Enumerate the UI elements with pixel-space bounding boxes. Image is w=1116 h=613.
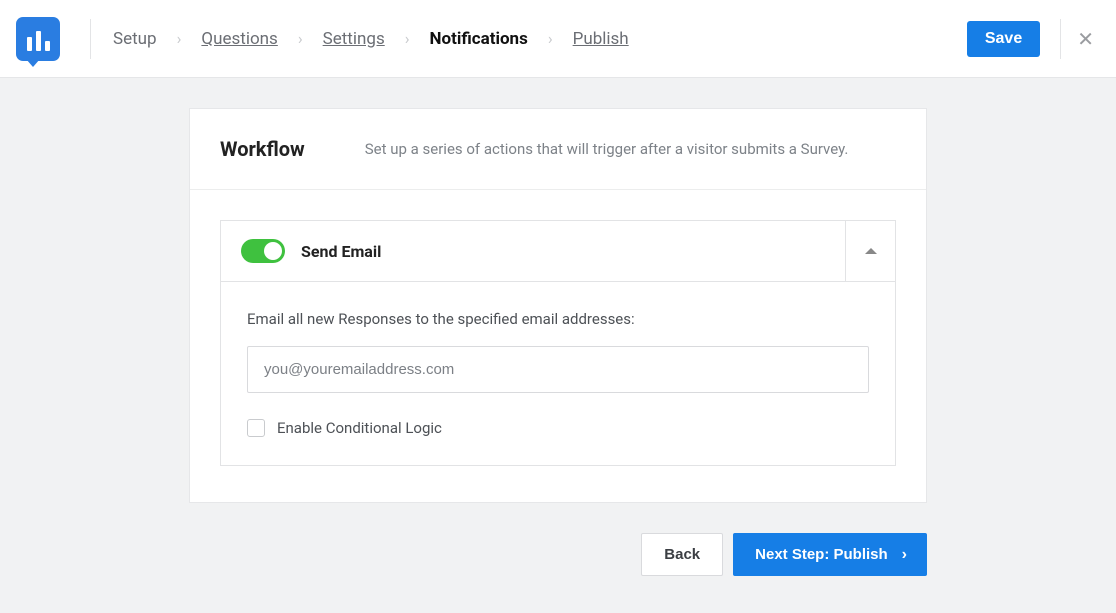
send-email-title: Send Email bbox=[301, 242, 381, 261]
wizard-footer: Back Next Step: Publish › bbox=[189, 533, 927, 576]
step-notifications[interactable]: Notifications bbox=[430, 29, 528, 49]
next-step-label: Next Step: Publish bbox=[755, 546, 888, 563]
topbar: Setup › Questions › Settings › Notificat… bbox=[0, 0, 1116, 78]
card-header: Workflow Set up a series of actions that… bbox=[190, 109, 926, 190]
caret-up-icon bbox=[865, 248, 877, 254]
card-title: Workflow bbox=[220, 137, 305, 161]
step-settings[interactable]: Settings bbox=[323, 29, 385, 49]
logo-bars-icon bbox=[27, 31, 50, 51]
wizard-steps: Setup › Questions › Settings › Notificat… bbox=[113, 29, 629, 49]
app-logo[interactable] bbox=[16, 17, 60, 61]
chevron-right-icon: › bbox=[177, 29, 182, 48]
email-addresses-input[interactable] bbox=[247, 346, 869, 393]
save-button[interactable]: Save bbox=[967, 21, 1040, 57]
close-icon[interactable]: ✕ bbox=[1073, 23, 1098, 55]
send-email-accordion-body: Email all new Responses to the specified… bbox=[220, 282, 896, 466]
card-subtitle: Set up a series of actions that will tri… bbox=[365, 140, 849, 158]
email-field-label: Email all new Responses to the specified… bbox=[247, 310, 869, 328]
divider bbox=[90, 19, 91, 59]
send-email-toggle[interactable] bbox=[241, 239, 285, 263]
accordion-collapse-button[interactable] bbox=[845, 221, 895, 281]
divider bbox=[1060, 19, 1061, 59]
conditional-logic-checkbox[interactable] bbox=[247, 419, 265, 437]
conditional-logic-label: Enable Conditional Logic bbox=[277, 419, 442, 437]
chevron-right-icon: › bbox=[902, 546, 907, 564]
step-publish[interactable]: Publish bbox=[573, 29, 629, 49]
back-button[interactable]: Back bbox=[641, 533, 723, 576]
workflow-card: Workflow Set up a series of actions that… bbox=[189, 108, 927, 503]
send-email-accordion-header: Send Email bbox=[220, 220, 896, 282]
step-setup[interactable]: Setup bbox=[113, 29, 157, 49]
next-step-button[interactable]: Next Step: Publish › bbox=[733, 533, 927, 576]
chevron-right-icon: › bbox=[548, 29, 553, 48]
chevron-right-icon: › bbox=[298, 29, 303, 48]
step-questions[interactable]: Questions bbox=[201, 29, 277, 49]
chevron-right-icon: › bbox=[405, 29, 410, 48]
